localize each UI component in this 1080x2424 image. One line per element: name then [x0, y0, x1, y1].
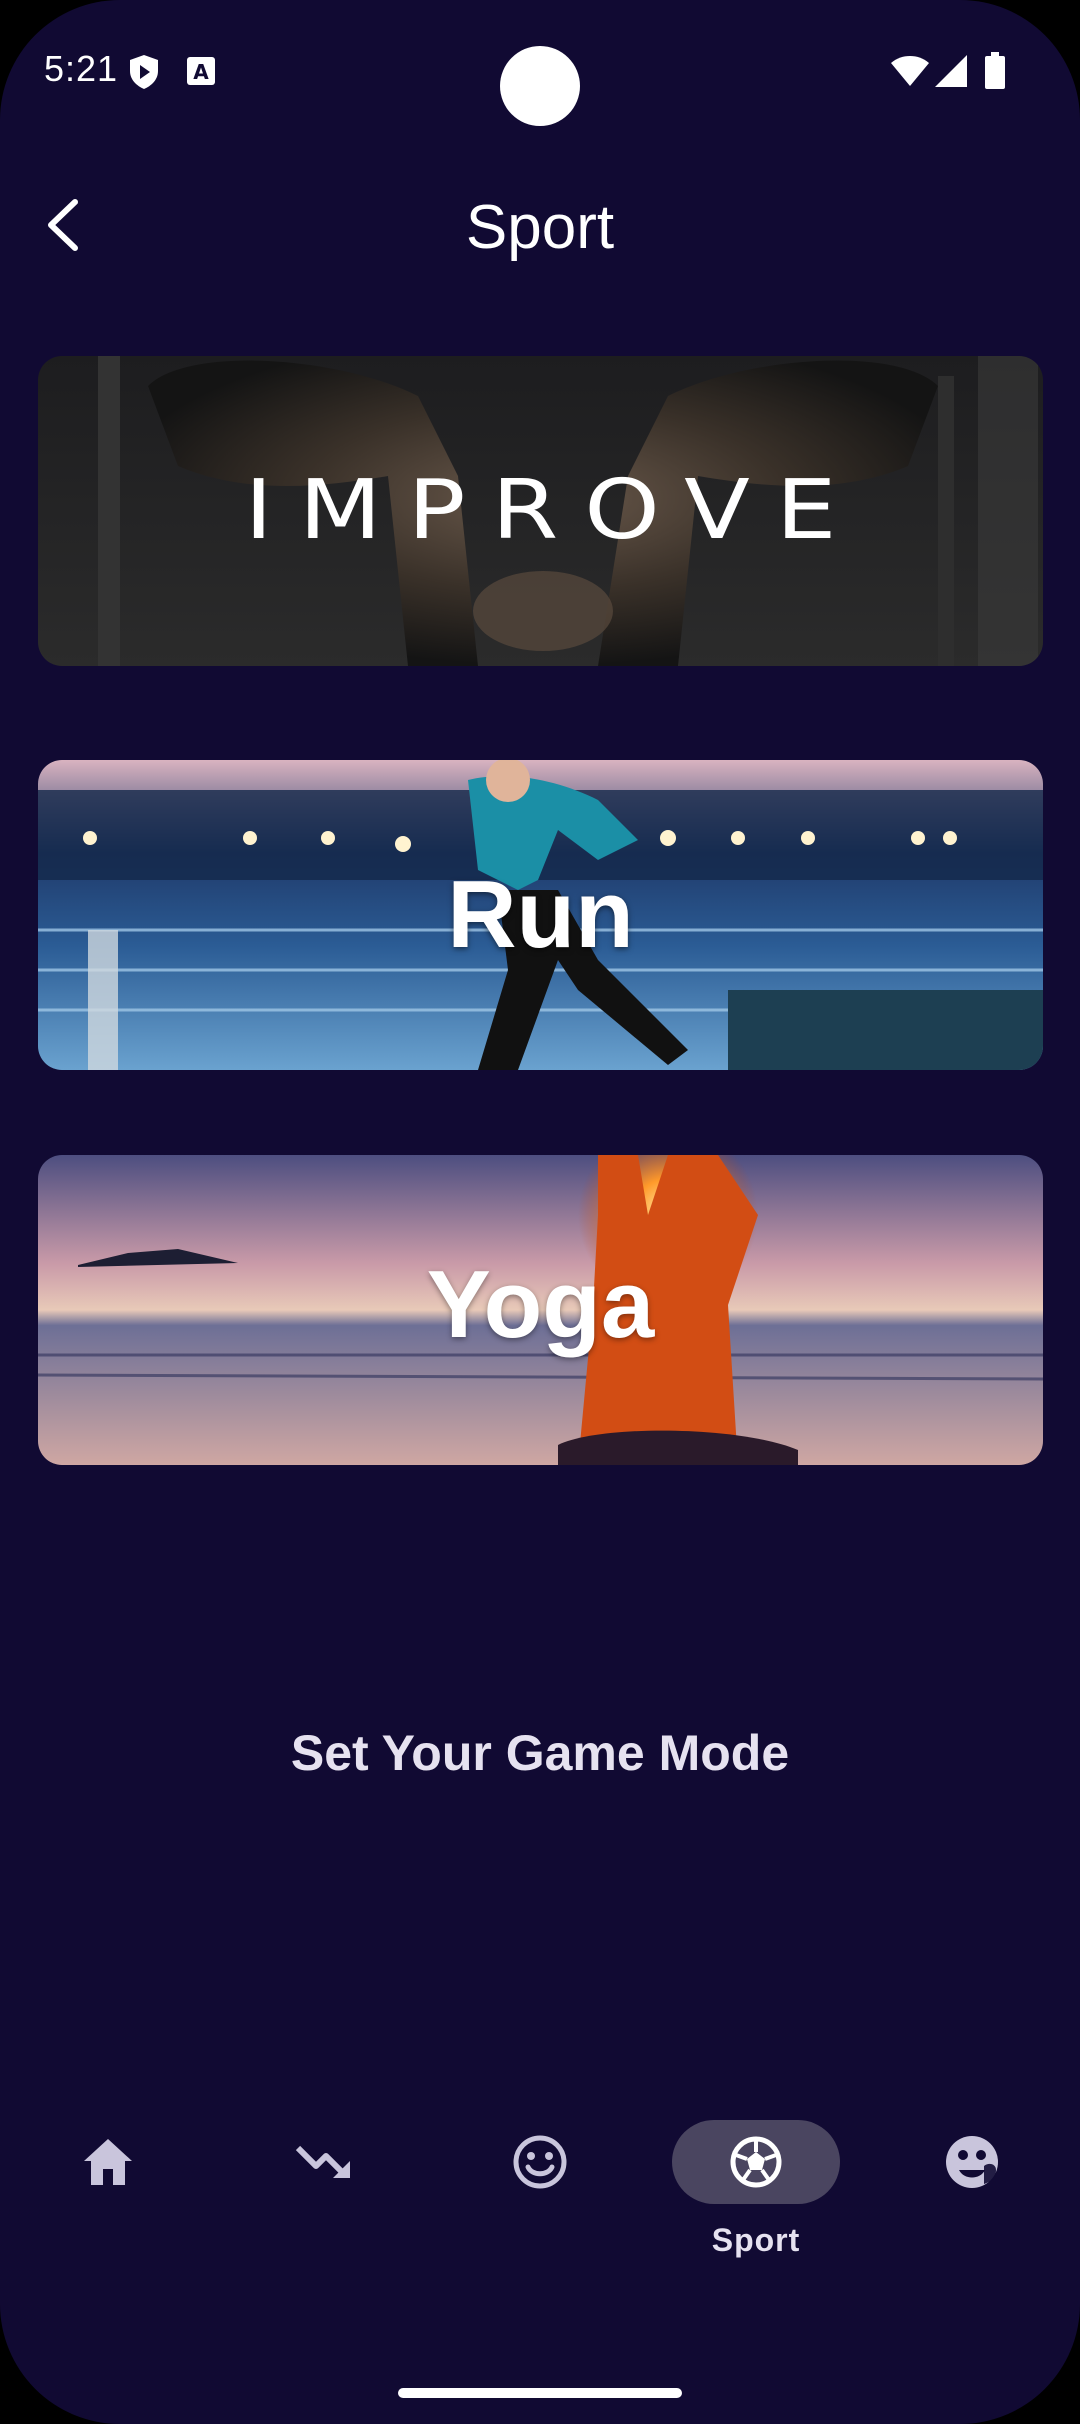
battery-icon — [984, 52, 1006, 95]
mood-icon — [946, 2136, 998, 2188]
yoga-card[interactable]: Yoga — [38, 1155, 1043, 1465]
home-icon — [84, 2139, 132, 2185]
game-mode-text: Set Your Game Mode — [290, 1725, 790, 1781]
app-screen: 5:21 A Sport IMPROVE Run Yoga Set Your G… — [0, 0, 1080, 2424]
nav-item-emotions[interactable] — [864, 2100, 1080, 2280]
nav-label-sport: Sport — [711, 2222, 801, 2258]
shield-icon — [128, 54, 160, 95]
run-label: Run — [447, 861, 634, 968]
status-bar: 5:21 A — [0, 0, 1080, 140]
wifi-icon — [890, 54, 930, 93]
nav-item-home[interactable] — [0, 2100, 216, 2280]
trending-down-icon — [295, 2145, 350, 2178]
font-a-icon: A — [186, 56, 216, 91]
improve-label: IMPROVE — [244, 462, 863, 558]
top-app-bar: Sport — [0, 170, 1080, 290]
nav-item-sport[interactable]: Sport — [648, 2100, 864, 2280]
nav-active-indicator — [672, 2120, 840, 2204]
nav-item-trends[interactable] — [216, 2100, 432, 2280]
signal-icon — [934, 54, 968, 93]
svg-text:A: A — [193, 60, 209, 84]
home-indicator[interactable] — [398, 2388, 682, 2398]
improve-card[interactable]: IMPROVE — [38, 356, 1043, 666]
run-card[interactable]: Run — [38, 760, 1043, 1070]
page-title: Sport — [465, 193, 615, 262]
bottom-navigation: Sport — [0, 2100, 1080, 2280]
yoga-label: Yoga — [426, 1251, 655, 1358]
status-time: 5:21 — [44, 48, 119, 89]
nav-item-mood[interactable] — [432, 2100, 648, 2280]
smiley-icon — [513, 2135, 567, 2189]
soccer-ball-icon — [730, 2136, 782, 2188]
camera-cutout — [500, 46, 580, 126]
